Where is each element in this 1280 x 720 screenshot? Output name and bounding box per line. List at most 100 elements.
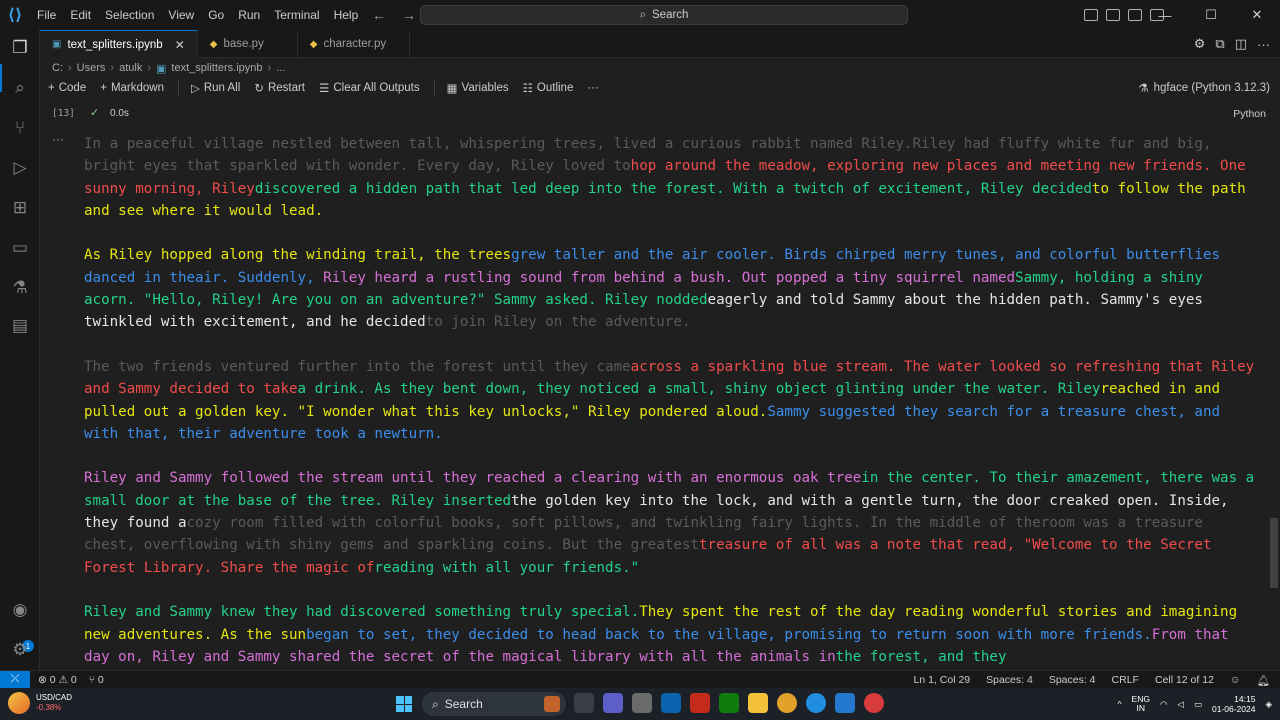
breadcrumb: C: › Users › atulk › ▣ text_splitters.ip… <box>40 58 1280 78</box>
menu-item-help[interactable]: Help <box>327 0 366 30</box>
split-editor-icon[interactable]: ◫ <box>1235 36 1247 52</box>
breadcrumb-users[interactable]: Users <box>77 62 106 74</box>
problems-indicator[interactable]: ⊗ 0 ⚠ 0 <box>38 674 77 686</box>
clear-outputs-button[interactable]: ☰ Clear All Outputs <box>319 81 420 95</box>
add-code-button[interactable]: + Code <box>48 82 86 94</box>
tab-character-py[interactable]: ◆ character.py <box>298 30 410 58</box>
scrollbar-thumb[interactable] <box>1270 518 1278 588</box>
xbox-icon[interactable] <box>719 693 739 713</box>
volume-icon[interactable]: ◁ <box>1177 699 1184 710</box>
windows-start-icon[interactable] <box>396 696 412 712</box>
run-all-label: Run All <box>203 82 241 94</box>
run-all-button[interactable]: ▷ Run All <box>191 81 240 95</box>
open-changes-icon[interactable]: ⧉ <box>1215 36 1224 52</box>
output-paragraph: In a peaceful village nestled between ta… <box>84 133 1260 222</box>
restart-button[interactable]: ↻ Restart <box>254 81 305 95</box>
restart-icon: ↻ <box>254 83 264 95</box>
indentation-secondary[interactable]: Spaces: 4 <box>1049 674 1096 686</box>
mail-icon[interactable] <box>661 693 681 713</box>
breadcrumb-user[interactable]: atulk <box>119 62 142 74</box>
chevron-right-icon: › <box>267 62 272 74</box>
account-icon[interactable]: ◉ <box>8 598 32 622</box>
chrome-icon[interactable] <box>777 693 797 713</box>
red-app-icon[interactable] <box>690 693 710 713</box>
forward-arrow-icon[interactable]: → <box>402 7 416 23</box>
cell-language[interactable]: Python <box>1233 108 1266 120</box>
vscode-taskbar-icon[interactable] <box>835 693 855 713</box>
search-icon[interactable]: ⌕ <box>8 76 32 100</box>
notebook-file-icon: ▣ <box>52 39 62 50</box>
kernel-picker[interactable]: ⚗ hgface (Python 3.12.3) <box>1138 78 1270 98</box>
ports-indicator[interactable]: ⑂ 0 <box>89 674 104 686</box>
output-chunk: discovered a hidden path that led deep i… <box>254 180 1092 197</box>
clock[interactable]: 14:15 01-06-2024 <box>1212 694 1255 714</box>
breadcrumb-drive[interactable]: C: <box>52 62 63 74</box>
remote-explorer-icon[interactable]: ▭ <box>8 236 32 260</box>
indentation[interactable]: Spaces: 4 <box>986 674 1033 686</box>
menu-item-run[interactable]: Run <box>231 0 267 30</box>
tab-text-splitters[interactable]: ▣ text_splitters.ipynb ✕ <box>40 30 198 58</box>
plus-icon: + <box>100 82 107 94</box>
app-icon[interactable] <box>864 693 884 713</box>
menu-item-view[interactable]: View <box>161 0 201 30</box>
notifications-bell-icon[interactable]: 🔔︎ <box>1257 674 1270 687</box>
feedback-icon[interactable]: ☺ <box>1230 674 1241 686</box>
wifi-icon[interactable]: ◠ <box>1160 699 1167 710</box>
minimize-icon[interactable]: — <box>1142 0 1188 30</box>
teams-icon[interactable] <box>603 693 623 713</box>
outline-button[interactable]: ☷ Outline <box>523 81 574 95</box>
maximize-icon[interactable]: ☐ <box>1188 0 1234 30</box>
battery-icon[interactable]: ▭ <box>1194 699 1202 710</box>
output-chunk: As Riley hopped along the winding trail,… <box>84 247 512 264</box>
tab-base-py[interactable]: ◆ base.py <box>198 30 298 58</box>
cursor-position[interactable]: Ln 1, Col 29 <box>914 674 971 686</box>
explorer-icon[interactable]: ❐ <box>8 36 32 60</box>
end-of-line[interactable]: CRLF <box>1112 674 1139 686</box>
extensions-icon[interactable]: ⊞ <box>8 196 32 220</box>
output-chunk: Riley and Sammy knew they had discovered… <box>84 604 640 621</box>
testing-icon[interactable]: ⚗ <box>8 276 32 300</box>
chat-icon[interactable]: ▤ <box>8 314 32 338</box>
menu-item-go[interactable]: Go <box>201 0 231 30</box>
more-toolbar-button[interactable]: ··· <box>587 82 599 94</box>
ticker-text: USD/CAD -0.38% <box>36 693 72 713</box>
file-explorer-icon[interactable] <box>748 693 768 713</box>
toggle-panel-icon[interactable] <box>1106 9 1120 21</box>
run-debug-icon[interactable]: ▷ <box>8 156 32 180</box>
taskbar-search[interactable]: ⌕ Search <box>422 692 566 716</box>
system-tray: ^ ENG IN ◠ ◁ ▭ 14:15 01-06-2024 ◈ <box>1118 688 1272 720</box>
back-arrow-icon[interactable]: ← <box>372 7 386 23</box>
input-language[interactable]: ENG IN <box>1132 695 1150 713</box>
taskbar-search-label: Search <box>444 697 483 711</box>
gear-icon[interactable]: ⚙ <box>1194 36 1206 52</box>
ticker-widget[interactable]: USD/CAD -0.38% <box>8 692 72 714</box>
store-icon[interactable] <box>632 693 652 713</box>
source-control-icon[interactable]: ⑂ <box>8 116 32 140</box>
settings-gear-icon[interactable]: ⚙ <box>8 638 32 662</box>
add-markdown-button[interactable]: + Markdown <box>100 82 164 94</box>
edge-icon[interactable] <box>806 693 826 713</box>
task-view-icon[interactable] <box>574 693 594 713</box>
menu-item-file[interactable]: File <box>30 0 63 30</box>
close-tab-icon[interactable]: ✕ <box>175 38 185 52</box>
command-center-search[interactable]: ⌕ Search <box>420 5 908 25</box>
cell-status-row: [13] ✓ 0.0s Python <box>40 104 1280 126</box>
remote-indicator-icon[interactable]: ⤫ <box>0 670 30 689</box>
menu-item-edit[interactable]: Edit <box>63 0 98 30</box>
output-more-icon[interactable]: ··· <box>52 132 64 146</box>
python-file-icon: ◆ <box>309 38 318 50</box>
menu-item-terminal[interactable]: Terminal <box>267 0 326 30</box>
close-window-icon[interactable]: ✕ <box>1234 0 1280 30</box>
breadcrumb-more[interactable]: ... <box>276 62 285 74</box>
notification-center-icon[interactable]: ◈ <box>1265 699 1272 710</box>
breadcrumb-file[interactable]: text_splitters.ipynb <box>171 62 262 74</box>
cell-position[interactable]: Cell 12 of 12 <box>1155 674 1214 686</box>
chevron-right-icon: › <box>147 62 151 74</box>
outline-icon: ☷ <box>522 83 533 95</box>
tray-chevron-icon[interactable]: ^ <box>1118 699 1122 709</box>
toggle-primary-sidebar-icon[interactable] <box>1084 9 1098 21</box>
variables-button[interactable]: ▦ Variables <box>447 81 509 95</box>
more-actions-icon[interactable]: ··· <box>1257 37 1270 52</box>
menu-item-selection[interactable]: Selection <box>98 0 161 30</box>
toggle-secondary-sidebar-icon[interactable] <box>1128 9 1142 21</box>
